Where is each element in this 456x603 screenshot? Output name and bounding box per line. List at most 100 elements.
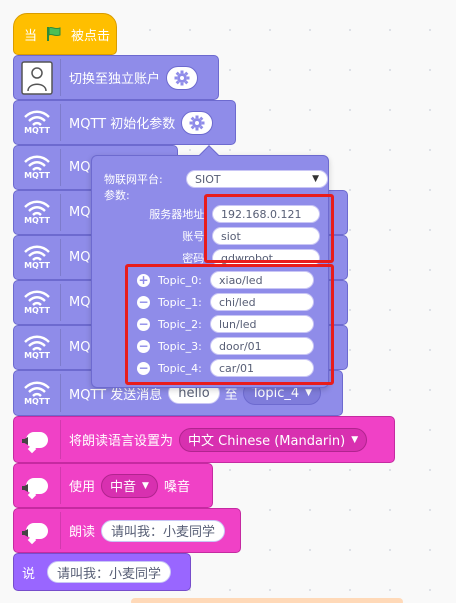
when-flag-clicked-block[interactable]: 当 被点击 [13, 13, 117, 55]
mqtt-icon-text: MQTT [24, 351, 50, 360]
caret-down-icon: ▼ [351, 434, 359, 445]
topic-input[interactable]: car/01 [210, 359, 314, 377]
tts-set-language-label: 将朗读语言设置为 [69, 434, 174, 449]
wifi-icon: MQTT [14, 371, 60, 415]
speech-bubble-icon [14, 509, 60, 552]
mqtt-init-block[interactable]: MQTT MQTT 初始化参数 [13, 100, 236, 145]
language-dropdown-value: 中文 Chinese (Mandarin) [188, 434, 346, 449]
mqtt-icon-text: MQTT [24, 171, 50, 180]
mqtt-partial-label: MQ [69, 340, 91, 355]
mqtt-init-label: MQTT 初始化参数 [69, 117, 176, 132]
tts-speak-label: 朗读 [69, 525, 96, 540]
tts-voice-block[interactable]: 使用 中音 ▼ 嗓音 [13, 463, 213, 508]
hat-suffix: 被点击 [71, 28, 111, 44]
params-row: 参数: [104, 187, 130, 203]
platform-select-value: SIOT [195, 172, 221, 186]
gear-icon [189, 115, 205, 130]
switch-account-label: 切换至独立账户 [69, 72, 161, 87]
mqtt-icon-text: MQTT [24, 261, 50, 270]
remove-topic-icon[interactable]: − [137, 339, 150, 353]
green-flag-icon [45, 25, 63, 43]
wifi-icon: MQTT [14, 326, 60, 369]
gear-button[interactable] [181, 110, 214, 135]
remove-topic-icon[interactable]: − [137, 361, 150, 375]
params-label: 参数: [104, 189, 130, 202]
speak-text-input[interactable]: 请叫我：小麦同学 [101, 519, 226, 542]
remove-topic-icon[interactable]: − [137, 295, 150, 309]
speaker-icon [22, 437, 28, 445]
language-dropdown[interactable]: 中文 Chinese (Mandarin) ▼ [179, 427, 368, 452]
voice-dropdown-value: 中音 [110, 480, 137, 495]
wifi-icon: MQTT [14, 191, 60, 234]
mqtt-partial-label: MQ [69, 205, 91, 220]
tts-set-language-block[interactable]: 将朗读语言设置为 中文 Chinese (Mandarin) ▼ [13, 416, 395, 463]
remove-topic-icon[interactable]: − [137, 317, 150, 331]
mqtt-icon-text: MQTT [24, 306, 50, 315]
tts-speak-block[interactable]: 朗读 请叫我：小麦同学 [13, 508, 241, 553]
block-separator [60, 329, 61, 366]
mqtt-partial-label: MQ [69, 160, 91, 175]
block-separator [60, 512, 61, 549]
add-topic-icon[interactable]: + [137, 273, 150, 287]
speaker-icon [22, 529, 28, 537]
topic-label: Topic_0: [158, 273, 202, 287]
tts-voice-prefix: 使用 [69, 480, 96, 495]
platform-label: 物联网平台: [104, 173, 163, 186]
account-person-icon [14, 56, 60, 99]
gear-icon [174, 70, 190, 85]
topic-label: Topic_4: [158, 361, 202, 375]
caret-down-icon: ▼ [305, 388, 313, 398]
account-label: 账号: [182, 230, 208, 243]
account-row: 账号: siot [104, 227, 320, 245]
topic-row: + Topic_0: xiao/led [137, 271, 314, 289]
popup-arrow [199, 145, 219, 165]
topic-label: Topic_3: [158, 339, 202, 353]
wifi-icon: MQTT [14, 236, 60, 279]
mqtt-icon-text: MQTT [24, 216, 50, 225]
topic-input[interactable]: chi/led [210, 293, 314, 311]
account-input[interactable]: siot [212, 227, 320, 245]
speech-bubble-icon [14, 464, 60, 507]
block-separator [60, 104, 61, 141]
password-input[interactable]: gdwrobot [212, 249, 320, 267]
block-separator [60, 467, 61, 504]
server-input[interactable]: 192.168.0.121 [212, 205, 320, 223]
tts-voice-suffix: 嗓音 [163, 480, 190, 495]
gear-button[interactable] [166, 65, 199, 90]
wifi-icon: MQTT [14, 146, 60, 189]
topic-row: − Topic_3: door/01 [137, 337, 314, 355]
platform-row: 物联网平台: SIOT ▼ [104, 170, 328, 188]
topic-label: Topic_1: [158, 295, 202, 309]
speaker-icon [22, 484, 28, 492]
password-row: 密码: gdwrobot [104, 249, 320, 267]
mqtt-params-popup: 物联网平台: SIOT ▼ 参数: 服务器地址: 192.168.0.121 账… [91, 145, 329, 388]
mqtt-icon-text: MQTT [24, 396, 50, 406]
topic-row: − Topic_1: chi/led [137, 293, 314, 311]
block-separator [60, 284, 61, 321]
password-label: 密码: [182, 252, 208, 265]
speech-bubble-icon [14, 417, 60, 462]
mqtt-partial-label: MQ [69, 295, 91, 310]
mqtt-icon-text: MQTT [24, 126, 50, 135]
block-stub-bottom [131, 598, 403, 603]
hat-prefix: 当 [24, 28, 38, 44]
server-row: 服务器地址: 192.168.0.121 [104, 205, 320, 223]
switch-account-block[interactable]: 切换至独立账户 [13, 55, 219, 100]
caret-down-icon: ▼ [312, 174, 319, 184]
block-separator [60, 374, 61, 412]
say-label: 说 [22, 566, 36, 582]
topic-input[interactable]: door/01 [210, 337, 314, 355]
topic-input[interactable]: xiao/led [210, 271, 314, 289]
platform-select[interactable]: SIOT ▼ [186, 170, 328, 188]
topic-input[interactable]: lun/led [210, 315, 314, 333]
say-text-input[interactable]: 请叫我：小麦同学 [47, 561, 172, 583]
mqtt-partial-label: MQ [69, 250, 91, 265]
topic-label: Topic_2: [158, 317, 202, 331]
topic-row: − Topic_2: lun/led [137, 315, 314, 333]
topic-row: − Topic_4: car/01 [137, 359, 314, 377]
block-separator [60, 194, 61, 231]
wifi-icon: MQTT [14, 101, 60, 144]
block-separator [60, 59, 61, 96]
voice-dropdown[interactable]: 中音 ▼ [101, 473, 158, 498]
say-block[interactable]: 说 请叫我：小麦同学 [13, 553, 191, 591]
